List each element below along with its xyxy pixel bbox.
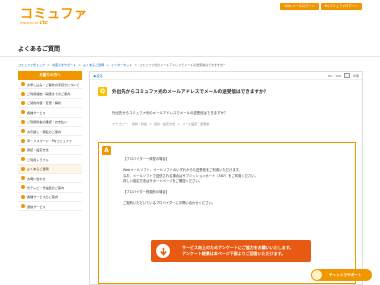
- sidebar-item-label: 各種サービスのご案内: [27, 195, 58, 200]
- breadcrumb-item[interactable]: よくあるご質問: [83, 63, 104, 67]
- mycommufa-login-button[interactable]: Myコミュファログイン: [320, 3, 362, 10]
- bullet-icon: [21, 194, 25, 199]
- answer-box: A 【プロバイダー一体型の場合】 Webメールソフト、メールソフトのいずれからも…: [98, 142, 356, 284]
- sidebar-item[interactable]: 各種サービス: [18, 108, 82, 118]
- breadcrumb-separator: ＞: [47, 63, 51, 67]
- bullet-icon: [21, 100, 25, 105]
- sidebar-item[interactable]: 通信サービス: [18, 202, 82, 212]
- sidebar-item-label: 光テレビ・光電話のご案内: [27, 185, 65, 190]
- question-title: 外出先からコミュファ光のメールアドレスでメールの送受信はできますか？: [112, 89, 269, 95]
- question-badge: Q: [98, 87, 107, 96]
- sidebar-heading: お困りの方へ: [18, 71, 82, 80]
- survey-text: サービス向上のためアンケートにご協力をお願いいたします。 アンケート結果は本ペー…: [182, 245, 293, 257]
- faq-toolbar: ◀ 戻る No：706 印刷: [90, 72, 362, 80]
- faq-meta: No：706 印刷: [328, 73, 359, 78]
- bullet-icon: [21, 157, 25, 162]
- bullet-icon: [21, 204, 25, 209]
- faq-content: ◀ 戻る No：706 印刷 Q 外出先からコミュファ光のメールアドレスでメール…: [89, 71, 363, 285]
- question-text: 外出先からコミュファ光のメールアドレスでメールの送受信はできますか？: [112, 111, 228, 115]
- sidebar-item-label: ご利用料金の確認・お支払い: [27, 120, 68, 125]
- header-buttons: Web メールログイン Myコミュファログイン: [280, 3, 362, 10]
- chatbot-avatar-icon: [311, 269, 323, 281]
- sidebar-item[interactable]: 各種サービスのご案内: [18, 192, 82, 203]
- answer-badge: A: [102, 146, 111, 155]
- sidebar-item[interactable]: ご利用開始・開通までのご案内: [18, 89, 82, 99]
- category-separator: ＞: [149, 122, 153, 126]
- chat-label: チャットでサポート: [329, 272, 362, 277]
- sidebar-item-label: 通信サービス: [27, 204, 46, 209]
- sidebar-item[interactable]: ご利用トラブル: [18, 155, 82, 165]
- sidebar-item[interactable]: 接続・設定方法: [18, 145, 82, 156]
- bullet-icon: [21, 82, 25, 87]
- breadcrumb-separator: ＞: [78, 63, 82, 67]
- page-title-bar: よくあるご質問: [0, 40, 380, 57]
- bullet-icon: [21, 129, 25, 134]
- sidebar-item[interactable]: ご利用料金の確認・お支払い: [18, 117, 82, 127]
- sidebar: お困りの方へ お申し込み・ご解約の手続きについて ご利用開始・開通までのご案内 …: [18, 71, 82, 212]
- site-header: コミュファ Powered by ctc Web メールログイン Myコミュファ…: [0, 0, 380, 30]
- commufa-logo[interactable]: コミュファ Powered by ctc: [20, 7, 88, 26]
- breadcrumb-item[interactable]: お客さまサポート: [52, 63, 76, 67]
- page-title: よくあるご質問: [18, 46, 61, 53]
- sidebar-item-label: 各種サービス: [27, 110, 46, 115]
- category-label: カテゴリー：: [112, 122, 131, 126]
- category-link[interactable]: メール設定・送受信: [182, 122, 209, 126]
- sidebar-item[interactable]: ID・パスワード・Myコミュファ: [18, 136, 82, 146]
- sidebar-item-label: お問い合わせ: [27, 176, 46, 181]
- arrow-down-icon: [156, 244, 170, 258]
- answer-line: ご契約いただいているプロバイダーにお問い合わせください。: [123, 201, 216, 205]
- answer-content: 【プロバイダー一体型の場合】 Webメールソフト、メールソフトのいずれからも送受…: [123, 157, 351, 207]
- sidebar-item-label: ご契約内容・変更・解約: [27, 101, 62, 106]
- logo-text: コミュファ: [20, 7, 88, 22]
- bullet-icon: [21, 110, 25, 115]
- breadcrumb-item[interactable]: インターネット: [111, 63, 132, 67]
- sidebar-item[interactable]: お申し込み・ご解約の手続きについて: [18, 80, 82, 90]
- bullet-icon: [21, 138, 25, 143]
- bullet-icon: [21, 176, 25, 181]
- sidebar-item-label: ご利用開始・開通までのご案内: [27, 92, 71, 97]
- print-icon[interactable]: [343, 73, 350, 78]
- sidebar-item[interactable]: 光テレビ・光電話のご案内: [18, 183, 82, 193]
- sidebar-item-active[interactable]: よくあるご質問: [18, 164, 82, 174]
- question-heading: Q 外出先からコミュファ光のメールアドレスでメールの送受信はできますか？: [98, 87, 268, 96]
- back-link[interactable]: ◀ 戻る: [93, 73, 103, 78]
- sidebar-item[interactable]: ご契約内容・変更・解約: [18, 98, 82, 109]
- survey-line: アンケート結果は本ページ下部よりご回答いただけます。: [182, 251, 286, 256]
- sidebar-item-label: よくあるご質問: [27, 167, 49, 172]
- bullet-icon: [21, 147, 25, 152]
- bullet-icon: [21, 185, 25, 190]
- breadcrumb-current: コミュファ光のメールアドレスでメールの送受信はできますか？: [139, 63, 227, 67]
- logo-brand: ctc: [39, 20, 48, 26]
- sidebar-item-label: ご利用トラブル: [27, 157, 49, 162]
- bullet-icon: [21, 166, 25, 171]
- sidebar-item[interactable]: お引越し・移転のご案内: [18, 126, 82, 137]
- print-label[interactable]: 印刷: [353, 74, 359, 78]
- sidebar-item-label: お引越し・移転のご案内: [27, 129, 62, 134]
- breadcrumb-item[interactable]: コミュファ光トップ: [18, 63, 45, 67]
- category-separator: ＞: [177, 122, 181, 126]
- logo-powered: Powered by: [20, 21, 39, 25]
- chat-support-button[interactable]: チャットでサポート: [311, 269, 372, 281]
- webmail-login-button[interactable]: Web メールログイン: [280, 3, 319, 10]
- sidebar-item[interactable]: お問い合わせ: [18, 173, 82, 184]
- breadcrumb-separator: ＞: [134, 63, 138, 67]
- sidebar-item-label: ID・パスワード・Myコミュファ: [27, 139, 72, 144]
- sidebar-item-label: お申し込み・ご解約の手続きについて: [27, 82, 80, 87]
- bullet-icon: [21, 119, 25, 124]
- breadcrumb: コミュファ光トップ ＞ お客さまサポート ＞ よくあるご質問 ＞ インターネット…: [18, 63, 226, 67]
- faq-number: No：706: [328, 73, 341, 78]
- bullet-icon: [21, 91, 25, 96]
- category-path: カテゴリー： 契約・料金 ＞ 接続・設定方法 ＞ メール設定・送受信: [112, 122, 209, 126]
- breadcrumb-separator: ＞: [106, 63, 110, 67]
- category-link[interactable]: 契約・料金: [132, 122, 147, 126]
- category-link[interactable]: 接続・設定方法: [154, 122, 175, 126]
- survey-banner[interactable]: サービス向上のためアンケートにご協力をお願いいたします。 アンケート結果は本ペー…: [151, 240, 311, 262]
- sidebar-item-label: 接続・設定方法: [27, 148, 49, 153]
